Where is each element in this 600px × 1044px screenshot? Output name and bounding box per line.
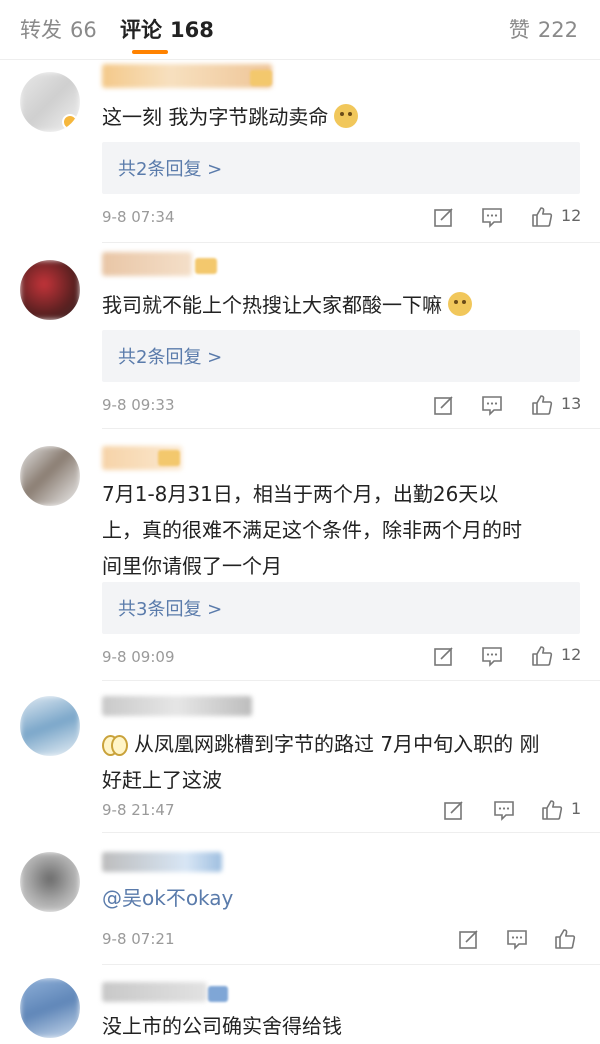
comment-text: 这一刻 我为字节跳动卖命: [102, 99, 578, 135]
tab-likes[interactable]: 赞 222: [509, 14, 578, 44]
like-count: 12: [561, 645, 582, 664]
avatar[interactable]: [20, 72, 80, 132]
comment-tabs: 转发 66 评论 168 赞 222: [0, 0, 600, 60]
comment-time: 9-8 07:21: [102, 930, 175, 948]
emoji-doge: [448, 292, 472, 316]
divider: [102, 680, 600, 681]
divider: [102, 964, 600, 965]
member-badge: [195, 258, 217, 274]
member-badge: [250, 70, 272, 86]
tab-comments-label: 评论: [120, 18, 162, 42]
tab-likes-label: 赞: [508, 18, 530, 42]
divider: [102, 832, 600, 833]
like-count: 1: [571, 799, 582, 818]
comment-icon[interactable]: [480, 393, 504, 417]
tab-repost-label: 转发: [20, 18, 62, 42]
comment-text: @吴ok不okay: [102, 880, 578, 916]
replies-link[interactable]: 共3条回复 >: [118, 595, 222, 621]
emoji-doge: [334, 104, 359, 128]
avatar[interactable]: [20, 978, 80, 1038]
comment-icon[interactable]: [505, 927, 529, 951]
comment-text: 没上市的公司确实舍得给钱: [102, 1014, 342, 1038]
mention-link[interactable]: @吴ok不okay: [102, 886, 233, 910]
replies-box[interactable]: 共2条回复 >: [102, 142, 580, 194]
replies-box[interactable]: 共3条回复 >: [102, 582, 580, 634]
member-badge: [158, 450, 180, 466]
username-redacted[interactable]: [102, 64, 272, 88]
comment-text: 从凤凰网跳槽到字节的路过 7月中旬入职的 刚 好赶上了这波: [102, 732, 540, 792]
tab-repost[interactable]: 转发 66: [20, 14, 97, 44]
thumbs-up-icon[interactable]: [553, 927, 577, 951]
thumbs-up-icon[interactable]: [540, 798, 564, 822]
comment-actions: 12: [430, 205, 582, 229]
comment-actions: 1: [440, 798, 582, 822]
comment-text: 我司就不能上个热搜让大家都酸一下嘛: [102, 287, 578, 323]
divider: [102, 428, 600, 429]
comment-icon[interactable]: [480, 644, 504, 668]
comment-actions: 12: [430, 644, 582, 668]
edit-icon[interactable]: [442, 798, 466, 822]
comment-time: 9-8 09:33: [102, 396, 175, 414]
username-redacted[interactable]: [102, 252, 192, 276]
comment-time: 9-8 09:09: [102, 648, 175, 666]
avatar[interactable]: [20, 446, 80, 506]
edit-icon[interactable]: [432, 205, 456, 229]
avatar[interactable]: [20, 260, 80, 320]
replies-box[interactable]: 共2条回复 >: [102, 330, 580, 382]
avatar[interactable]: [20, 852, 80, 912]
username-redacted[interactable]: [102, 852, 222, 872]
tab-repost-count: 66: [70, 18, 97, 42]
thumbs-up-icon[interactable]: [530, 205, 554, 229]
thumbs-up-icon[interactable]: [530, 644, 554, 668]
divider: [102, 242, 600, 243]
comment-icon[interactable]: [492, 798, 516, 822]
like-count: 12: [561, 206, 582, 225]
replies-link[interactable]: 共2条回复 >: [118, 343, 222, 369]
member-badge: [208, 986, 228, 1002]
comment-time: 9-8 07:34: [102, 208, 175, 226]
edit-icon[interactable]: [432, 393, 456, 417]
edit-icon[interactable]: [432, 644, 456, 668]
edit-icon[interactable]: [457, 927, 481, 951]
emoji-glasses: [102, 732, 128, 756]
tab-comments-count: 168: [170, 18, 214, 42]
comment-actions: 13: [430, 393, 582, 417]
thumbs-up-icon[interactable]: [530, 393, 554, 417]
replies-link[interactable]: 共2条回复 >: [118, 155, 222, 181]
username-redacted[interactable]: [102, 696, 252, 716]
tab-comments[interactable]: 评论 168: [120, 14, 214, 44]
username-redacted[interactable]: [102, 982, 207, 1002]
like-count: 13: [561, 394, 582, 413]
comment-text: 7月1-8月31日，相当于两个月，出勤26天以 上，真的很难不满足这个条件，除非…: [102, 482, 522, 578]
tab-likes-count: 222: [537, 18, 578, 42]
avatar[interactable]: [20, 696, 80, 756]
comment-icon[interactable]: [480, 205, 504, 229]
active-tab-indicator: [132, 50, 168, 54]
comment-time: 9-8 21:47: [102, 801, 175, 819]
comment-actions: [455, 927, 580, 951]
